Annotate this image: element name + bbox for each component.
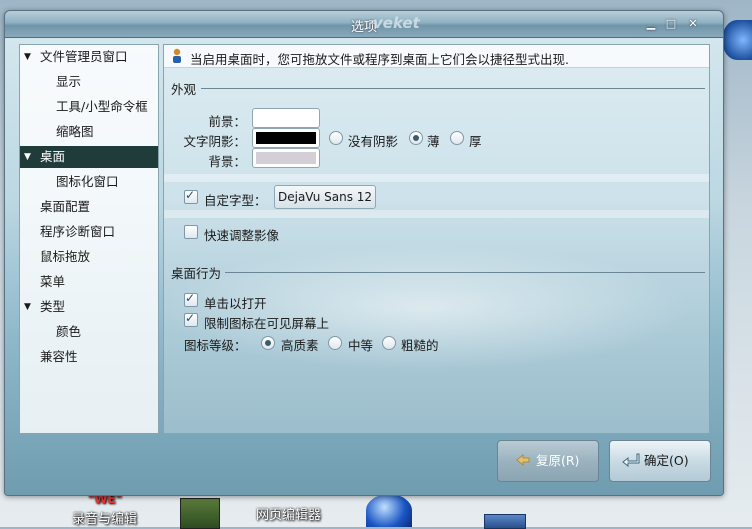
single-click-checkbox[interactable] [184, 291, 198, 307]
desktop-edge-icon [722, 20, 752, 60]
info-text: 当启用桌面时，您可拖放文件或程序到桌面上它们会以捷径型式出现. [190, 52, 569, 67]
brand-watermark: veket [373, 14, 420, 32]
appearance-heading: 外观 [171, 82, 197, 97]
shadow-thin-label: 薄 [427, 134, 440, 149]
icon-level-medium-radio[interactable] [328, 336, 342, 350]
icon-level-high-label: 高质素 [281, 338, 319, 353]
shadow-color-button[interactable] [252, 128, 320, 148]
ok-button[interactable]: 确定(O) [609, 440, 711, 482]
tree-item[interactable]: 程序诊断窗口 [20, 221, 158, 243]
info-row: 当启用桌面时，您可拖放文件或程序到桌面上它们会以捷径型式出现. [164, 45, 709, 68]
background-label: 背景： [208, 154, 246, 169]
fast-resize-label: 快速调整影像 [204, 228, 280, 243]
tree-item-label: 兼容性 [40, 349, 78, 364]
shadow-thick-label: 厚 [469, 134, 482, 149]
tree-item-label: 桌面 [40, 149, 66, 164]
tree-item-label: 类型 [40, 299, 66, 314]
revert-button[interactable]: 复原(R) [497, 440, 599, 482]
behavior-divider [225, 272, 705, 273]
custom-font-label: 自定字型： [204, 193, 267, 208]
tree-item-label: 缩略图 [56, 124, 94, 139]
row-stripe [164, 174, 709, 182]
icon-level-high-radio[interactable] [261, 336, 275, 350]
tree-item[interactable]: ▼ 类型 [20, 296, 158, 318]
revert-icon [516, 454, 530, 466]
expand-arrow-icon[interactable]: ▼ [24, 146, 31, 168]
behavior-heading: 桌面行为 [171, 266, 222, 281]
restrict-icons-checkbox[interactable] [184, 311, 198, 327]
title-bar[interactable]: 选项 veket ▁ □ ✕ [5, 11, 723, 38]
maximize-button[interactable]: □ [664, 17, 678, 30]
minimize-button[interactable]: ▁ [644, 17, 658, 30]
text-shadow-label: 文字阴影： [183, 134, 246, 149]
desktop-recorder-label[interactable]: 录音与编辑 [72, 508, 137, 527]
tree-item[interactable]: ▼ 文件管理员窗口 [20, 46, 158, 68]
foreground-swatch [256, 112, 316, 124]
tree-item[interactable]: 缩略图 [20, 121, 158, 143]
custom-font-checkbox[interactable] [184, 188, 198, 204]
tree-item[interactable]: 桌面配置 [20, 196, 158, 218]
tree-item-label: 显示 [56, 74, 82, 89]
expand-arrow-icon[interactable]: ▼ [24, 46, 31, 68]
tree-item-label: 程序诊断窗口 [40, 224, 116, 239]
tree-item[interactable]: 颜色 [20, 321, 158, 343]
desktop-web-editor-label[interactable]: 网页编辑器 [256, 504, 321, 523]
icon-level-medium-label: 中等 [348, 338, 374, 353]
category-tree: ▼ 文件管理员窗口显示工具/小型命令框 缩略图 ▼ 桌面图标化窗口桌面配置程序诊断窗口鼠… [19, 44, 159, 434]
shadow-none-radio[interactable] [329, 131, 343, 145]
fast-resize-checkbox[interactable] [184, 225, 198, 239]
foreground-color-button[interactable] [252, 108, 320, 128]
background-swatch [256, 152, 316, 164]
icon-level-rough-label: 粗糙的 [401, 338, 439, 353]
options-window: 选项 veket ▁ □ ✕ ▼ 文件管理员窗口显示工具/小型命令框 缩略图 ▼ 桌面图… [4, 10, 724, 496]
shadow-none-label: 没有阴影 [348, 134, 399, 149]
revert-label: 复原(R) [536, 453, 580, 468]
dialog-body: ▼ 文件管理员窗口显示工具/小型命令框 缩略图 ▼ 桌面图标化窗口桌面配置程序诊断窗口鼠… [5, 38, 723, 495]
globe-icon[interactable] [366, 494, 412, 527]
tree-item[interactable]: 兼容性 [20, 346, 158, 368]
tree-item[interactable]: 图标化窗口 [20, 171, 158, 193]
expand-arrow-icon[interactable]: ▼ [24, 296, 31, 318]
window-title: 选项 [350, 20, 377, 35]
tree-item-label: 图标化窗口 [56, 174, 119, 189]
ok-label: 确定(O) [644, 453, 689, 468]
tree-item[interactable]: ▼ 桌面 [20, 146, 158, 168]
tree-item-label: 桌面配置 [40, 199, 91, 214]
tree-item[interactable]: 显示 [20, 71, 158, 93]
tree-item[interactable]: 鼠标拖放 [20, 246, 158, 268]
tree-item-label: 鼠标拖放 [40, 249, 91, 264]
icon-level-rough-radio[interactable] [382, 336, 396, 350]
tree-item[interactable]: 工具/小型命令框 [20, 96, 158, 118]
restrict-icons-label: 限制图标在可见屏幕上 [204, 316, 330, 331]
tree-item-label: 颜色 [56, 324, 82, 339]
close-button[interactable]: ✕ [686, 17, 700, 30]
single-click-label: 单击以打开 [204, 296, 267, 311]
tree-item-label: 工具/小型命令框 [56, 99, 148, 114]
appearance-divider [201, 88, 705, 89]
tree-item-label: 菜单 [40, 274, 66, 289]
settings-panel: 当启用桌面时，您可拖放文件或程序到桌面上它们会以捷径型式出现. 外观 前景： 文… [163, 44, 710, 434]
film-icon[interactable] [180, 498, 220, 529]
enter-arrow-icon [622, 453, 640, 467]
person-icon [173, 48, 181, 63]
shadow-thick-radio[interactable] [450, 131, 464, 145]
shadow-swatch [256, 132, 316, 144]
foreground-label: 前景： [208, 114, 246, 129]
font-picker-button[interactable]: DejaVu Sans 12 [274, 185, 377, 209]
icon-level-label: 图标等级： [184, 338, 247, 353]
shadow-thin-radio[interactable] [409, 131, 423, 145]
row-stripe [164, 210, 709, 218]
tree-item[interactable]: 菜单 [20, 271, 158, 293]
tree-item-label: 文件管理员窗口 [40, 49, 128, 64]
background-color-button[interactable] [252, 148, 320, 168]
